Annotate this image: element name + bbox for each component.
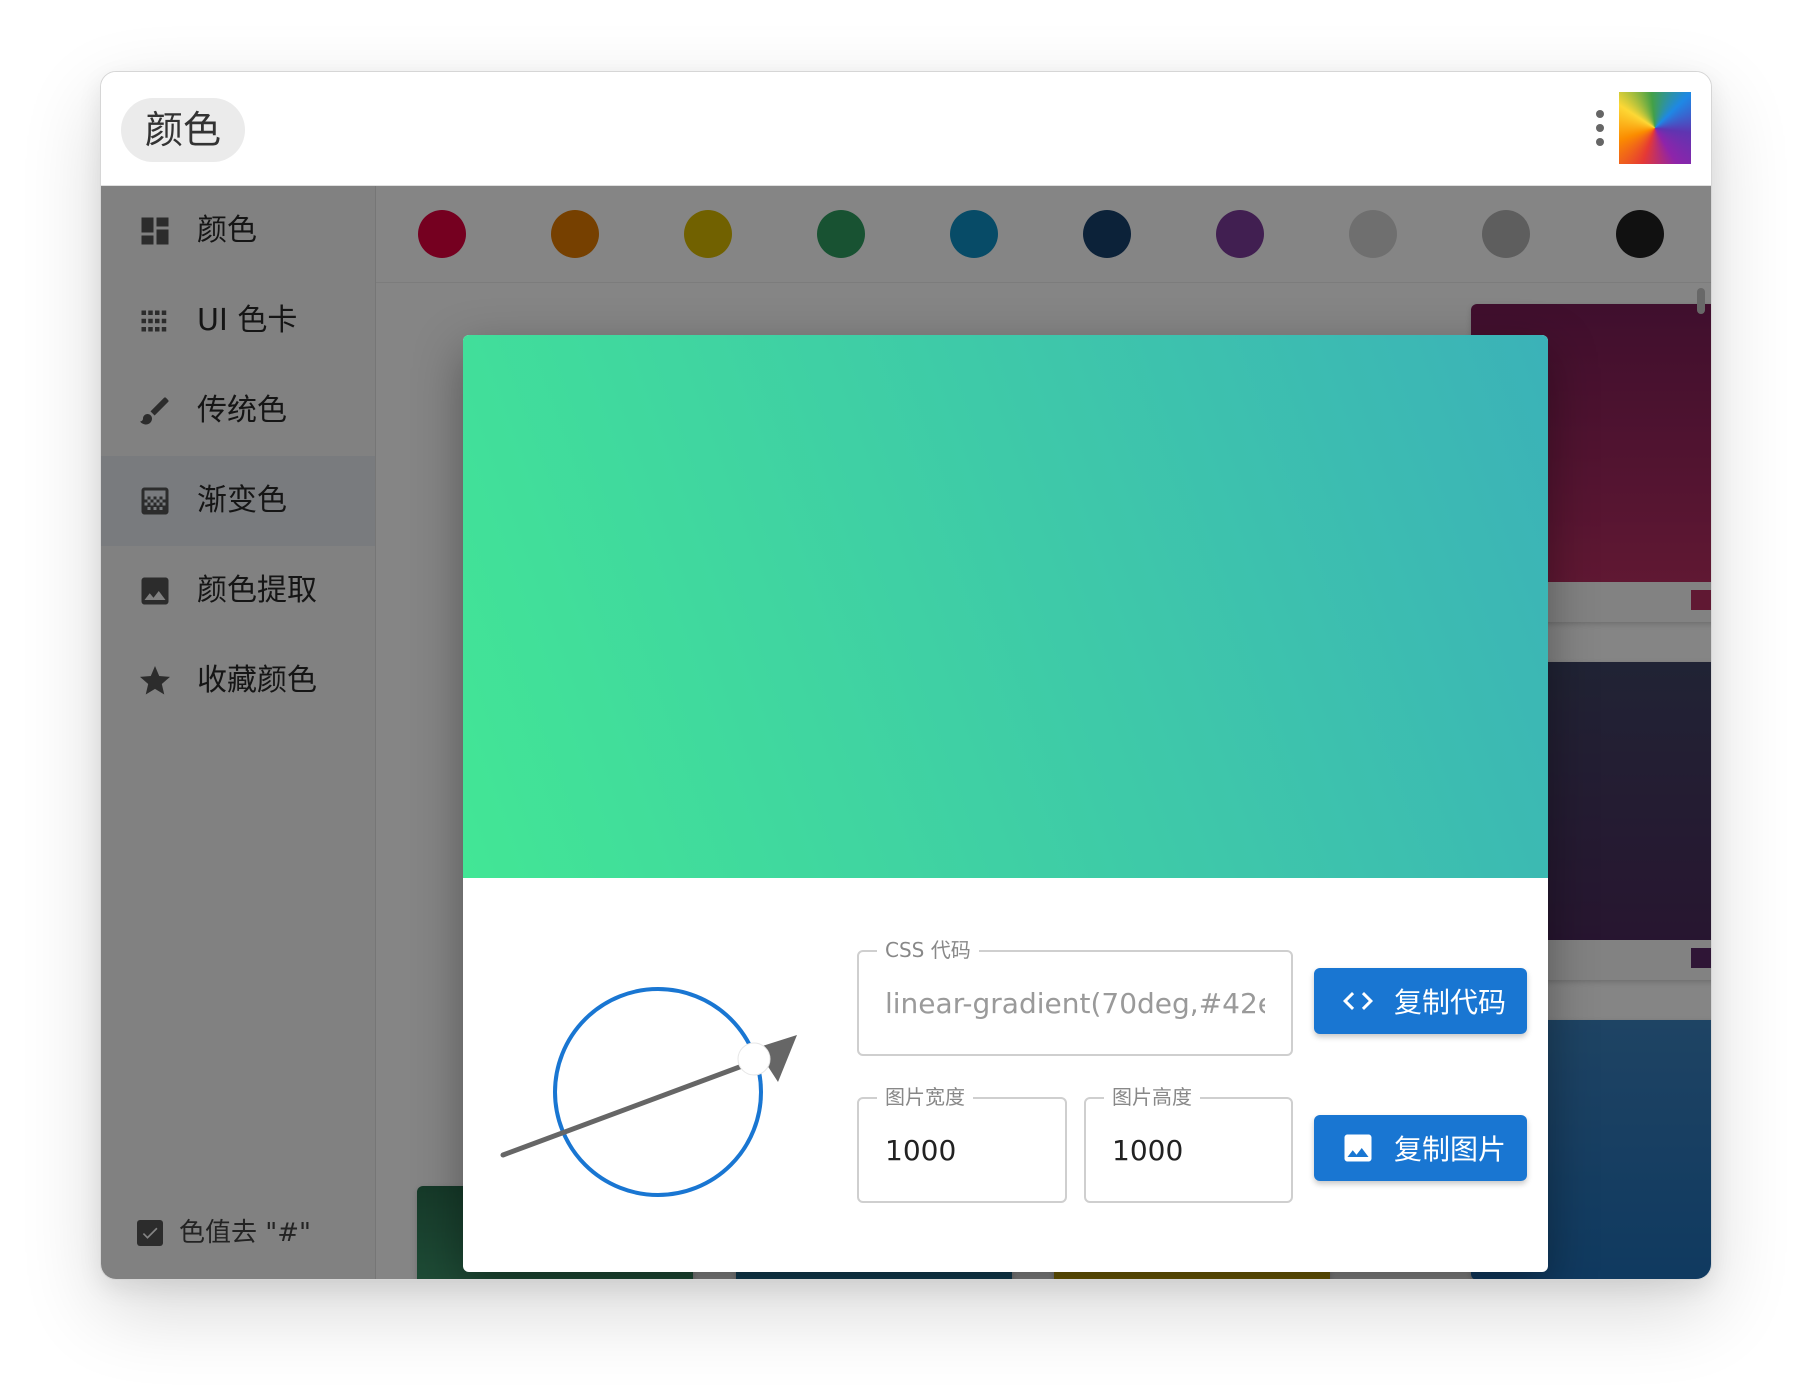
angle-arrow-line [500,1056,764,1158]
css-code-field[interactable]: CSS 代码 linear-gradient(70deg,#42e695,#3b… [857,936,1293,1056]
code-icon [1343,992,1373,1010]
app-bar: 颜色 [101,72,1711,186]
image-height-value[interactable]: 1000 [1112,1099,1265,1201]
more-vert-icon[interactable] [1593,110,1607,154]
color-wheel-logo [1619,92,1691,164]
gradient-preview [463,335,1548,878]
image-width-field[interactable]: 图片宽度 1000 [857,1083,1067,1203]
app-title[interactable]: 颜色 [121,98,246,162]
copy-code-label: 复制代码 [1394,986,1507,1019]
gradient-dialog: CSS 代码 linear-gradient(70deg,#42e695,#3b… [463,335,1548,1272]
copy-image-button[interactable]: 复制图片 [1314,1115,1527,1181]
css-code-value[interactable]: linear-gradient(70deg,#42e695,#3bb2b8) [885,952,1265,1054]
image-height-field[interactable]: 图片高度 1000 [1084,1083,1293,1203]
image-width-value[interactable]: 1000 [885,1099,1039,1201]
angle-handle[interactable] [737,1042,771,1076]
image-icon [1344,1134,1372,1162]
copy-image-label: 复制图片 [1394,1133,1507,1166]
copy-code-button[interactable]: 复制代码 [1314,968,1527,1034]
angle-picker[interactable] [493,955,803,1215]
app-window: 颜色 颜色 UI 色卡 传统色 渐变色 颜色提取 收藏颜色 色值去 "#" CS… [100,71,1712,1280]
angle-circle [553,987,763,1197]
